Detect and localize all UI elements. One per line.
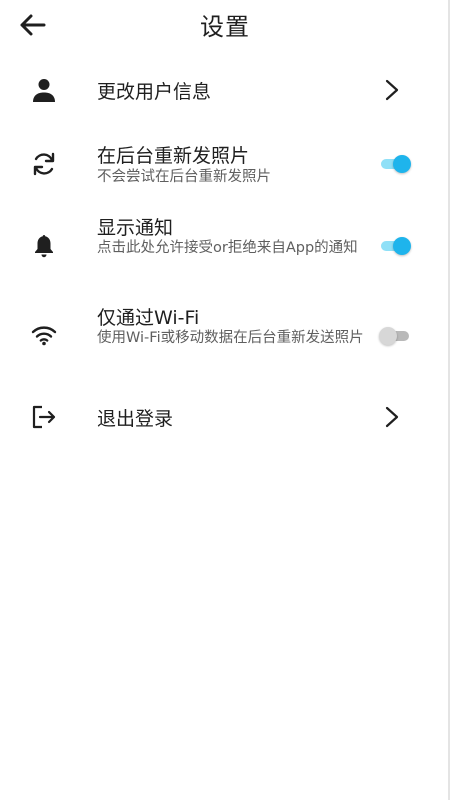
setting-label-logout: 退出登录 [97,408,174,430]
setting-row-notify: 显示通知 点击此处允许接受or拒绝来自App的通知 [0,212,430,282]
toggle-resend[interactable] [379,153,411,175]
setting-label-wifi: 仅通过Wi-Fi [97,307,200,329]
toggle-knob [393,237,411,255]
setting-row-wifi: 仅通过Wi-Fi 使用Wi-Fi或移动数据在后台重新发送照片 [0,302,430,372]
sync-icon [30,150,58,178]
toggle-notify[interactable] [379,235,411,257]
toggle-wifi[interactable] [379,325,411,347]
chevron-right-icon[interactable] [382,405,402,429]
bell-icon [30,232,58,260]
setting-label-profile: 更改用户信息 [97,81,212,103]
setting-row-logout[interactable]: 退出登录 [0,398,430,438]
logout-icon [30,403,58,431]
toggle-knob [393,155,411,173]
setting-desc-wifi: 使用Wi-Fi或移动数据在后台重新发送照片 [97,330,364,346]
person-icon [30,76,58,104]
setting-desc-resend: 不会尝试在后台重新发照片 [97,169,271,185]
toggle-knob [379,327,397,345]
setting-desc-notify: 点击此处允许接受or拒绝来自App的通知 [97,240,358,256]
setting-label-resend: 在后台重新发照片 [97,145,250,167]
app-header: 设置 [0,0,450,50]
setting-label-notify: 显示通知 [97,217,174,239]
chevron-right-icon[interactable] [382,78,402,102]
setting-row-resend: 在后台重新发照片 不会尝试在后台重新发照片 [0,138,430,190]
page-title: 设置 [200,13,250,41]
setting-row-profile[interactable]: 更改用户信息 [0,70,430,110]
wifi-icon [30,321,58,349]
